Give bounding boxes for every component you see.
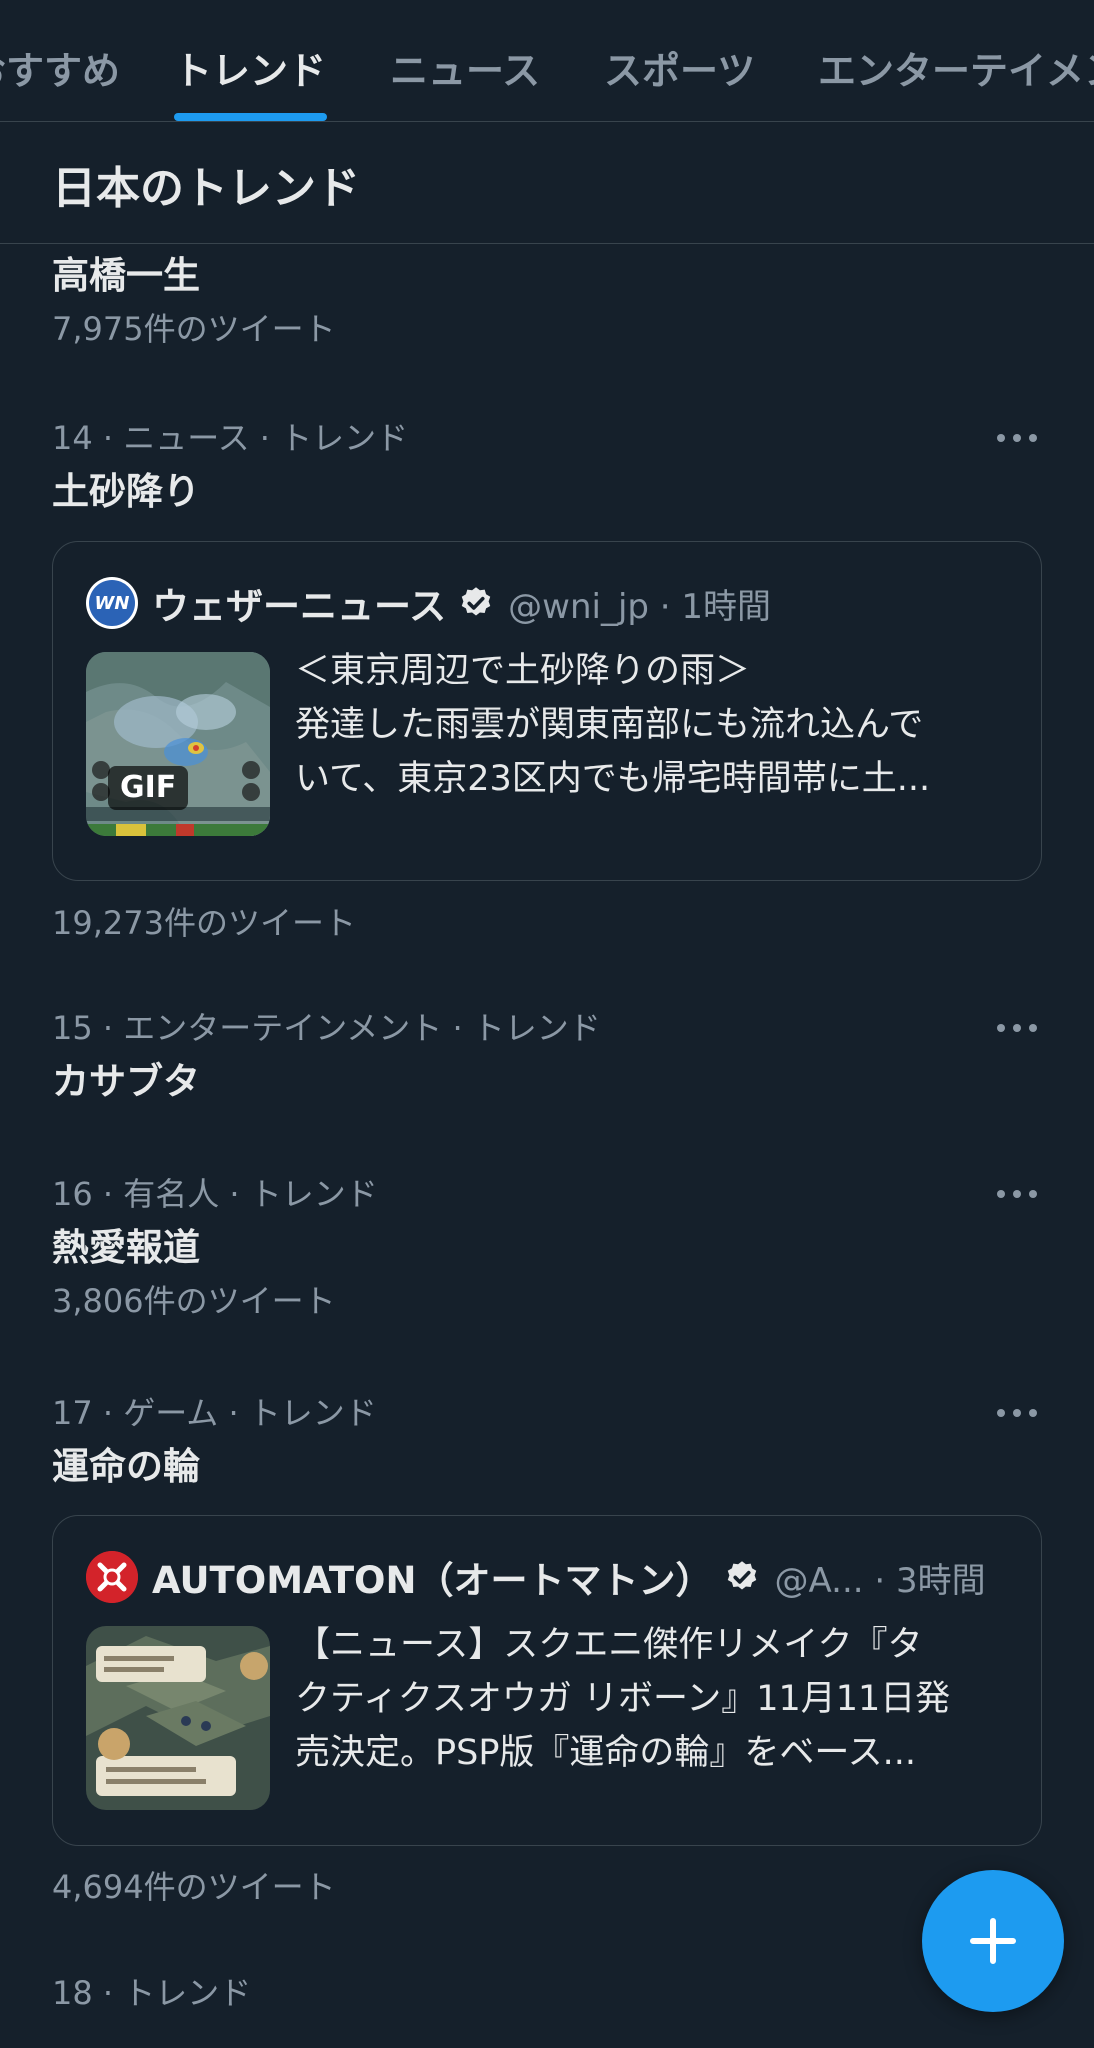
trend-item[interactable]: 14 · ニュース · トレンド 土砂降り xyxy=(52,417,1042,519)
tweet-card-header: AUTOMATON（オートマトン） @A... · 3時間 xyxy=(86,1550,1021,1604)
tweet-author-name: ウェザーニュース xyxy=(152,585,447,628)
tweet-text: ＜東京周辺で土砂降りの雨＞ 発達した雨雲が関東南部にも流れ込んで いて、東京23… xyxy=(295,644,1015,806)
tweet-handle-time: @wni_jp · 1時間 xyxy=(508,586,772,627)
tweet-text-line: ＜東京周辺で土砂降りの雨＞ xyxy=(295,651,751,691)
section-divider xyxy=(0,243,1094,244)
trend-tweet-count-row: 19,273件のツイート xyxy=(52,901,1042,945)
trend-item[interactable]: 高橋一生 7,975件のツイート xyxy=(52,249,1042,351)
author-avatar[interactable]: WN xyxy=(86,577,138,629)
more-icon[interactable] xyxy=(992,425,1042,451)
trend-meta: 17 · ゲーム · トレンド xyxy=(52,1394,377,1432)
trend-meta: 14 · ニュース · トレンド xyxy=(52,419,409,457)
trend-name: 土砂降り xyxy=(52,470,200,513)
trend-tweet-count: 19,273件のツイート xyxy=(52,904,356,942)
tab-trends[interactable]: トレンド xyxy=(174,40,326,95)
tweet-text-line: 売決定。PSP版『運命の輪』をベース... xyxy=(295,1733,917,1773)
trend-item[interactable]: 15 · エンターテインメント · トレンド カサブタ xyxy=(52,1007,1042,1109)
section-title: 日本のトレンド xyxy=(52,163,360,214)
tweet-card-header: WN ウェザーニュース @wni_jp · 1時間 xyxy=(86,576,1021,630)
tweet-text-line: 【ニュース】スクエニ傑作リメイク『タ xyxy=(295,1625,923,1665)
trend-name: 運命の輪 xyxy=(52,1445,200,1488)
tab-sports[interactable]: スポーツ xyxy=(604,40,755,95)
trend-tweet-count-row: 4,694件のツイート xyxy=(52,1865,1042,1909)
trend-meta: 16 · 有名人 · トレンド xyxy=(52,1175,378,1213)
automaton-logo-icon xyxy=(86,1551,138,1603)
trend-tweet-card[interactable]: AUTOMATON（オートマトン） @A... · 3時間 【ニュース】スクエニ… xyxy=(52,1515,1042,1846)
trend-item[interactable]: 17 · ゲーム · トレンド 運命の輪 xyxy=(52,1392,1042,1494)
verified-icon xyxy=(461,587,491,616)
tweet-text-line: クティクスオウガ リボーン』11月11日発 xyxy=(295,1679,951,1719)
trend-name: カサブタ xyxy=(52,1060,200,1103)
author-avatar[interactable] xyxy=(86,1551,138,1603)
tweet-text-line: いて、東京23区内でも帰宅時間帯に土... xyxy=(295,759,931,799)
gif-badge: GIF xyxy=(108,766,189,810)
tweet-media-thumbnail[interactable]: GIF xyxy=(86,652,270,836)
game-screenshot-image xyxy=(86,1626,270,1810)
tab-entertainment[interactable]: エンターテイメント xyxy=(818,40,1094,95)
tab-news[interactable]: ニュース xyxy=(390,40,540,95)
tweet-handle-time: @A... · 3時間 xyxy=(774,1560,986,1601)
trend-name: 熱愛報道 xyxy=(52,1226,200,1269)
avatar-logo-text: WN xyxy=(94,592,130,614)
tweet-author-name: AUTOMATON（オートマトン） xyxy=(152,1559,713,1602)
explore-tab-bar: おすすめ トレンド ニュース スポーツ エンターテイメント xyxy=(0,0,1094,122)
trend-tweet-count: 7,975件のツイート xyxy=(52,310,336,348)
more-icon[interactable] xyxy=(992,1400,1042,1426)
trend-tweet-card[interactable]: WN ウェザーニュース @wni_jp · 1時間 GIF ＜東京周辺で土砂降り… xyxy=(52,541,1042,881)
more-icon[interactable] xyxy=(992,1181,1042,1207)
tweet-text: 【ニュース】スクエニ傑作リメイク『タ クティクスオウガ リボーン』11月11日発… xyxy=(295,1618,1015,1780)
plus-icon xyxy=(970,1918,1016,1964)
active-tab-indicator xyxy=(174,113,327,121)
trend-tweet-count: 4,694件のツイート xyxy=(52,1868,336,1906)
trend-meta: 18 · トレンド xyxy=(52,1974,252,2012)
trend-item[interactable]: 16 · 有名人 · トレンド 熱愛報道 3,806件のツイート xyxy=(52,1173,1042,1323)
trend-name: 高橋一生 xyxy=(52,254,200,297)
verified-icon xyxy=(728,1561,757,1590)
tab-recommended[interactable]: おすすめ xyxy=(0,40,120,95)
more-icon[interactable] xyxy=(992,1015,1042,1041)
trend-tweet-count: 3,806件のツイート xyxy=(52,1282,336,1320)
tweet-text-line: 発達した雨雲が関東南部にも流れ込んで xyxy=(295,705,924,745)
trend-meta: 15 · エンターテインメント · トレンド xyxy=(52,1009,601,1047)
tweet-media-thumbnail[interactable] xyxy=(86,1626,270,1810)
trend-item[interactable]: 18 · トレンド xyxy=(52,1972,1042,2014)
compose-tweet-button[interactable] xyxy=(922,1870,1064,2012)
